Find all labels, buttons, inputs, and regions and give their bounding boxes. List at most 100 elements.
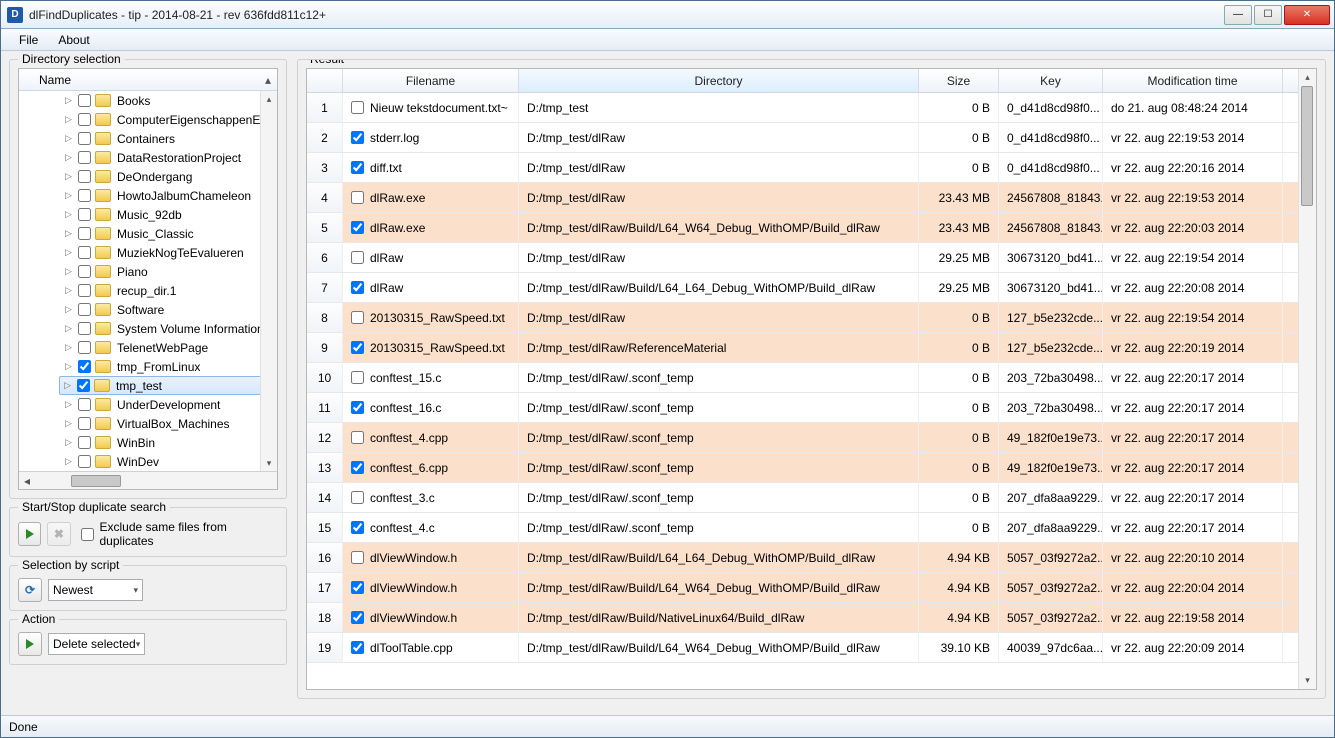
table-row[interactable]: 13conftest_6.cppD:/tmp_test/dlRaw/.sconf… xyxy=(307,453,1298,483)
tree-item-piano[interactable]: ▷Piano xyxy=(19,262,277,281)
grid-body[interactable]: 1Nieuw tekstdocument.txt~D:/tmp_test0 B0… xyxy=(307,93,1298,689)
row-checkbox[interactable] xyxy=(351,311,364,324)
tree-item-checkbox[interactable] xyxy=(78,151,91,164)
row-checkbox[interactable] xyxy=(351,371,364,384)
tree-item-recup-dir-1[interactable]: ▷recup_dir.1 xyxy=(19,281,277,300)
stop-search-button[interactable]: ✖ xyxy=(47,522,70,546)
tree-item-checkbox[interactable] xyxy=(78,227,91,240)
row-checkbox[interactable] xyxy=(351,611,364,624)
close-button[interactable]: ✕ xyxy=(1284,5,1330,25)
row-checkbox[interactable] xyxy=(351,131,364,144)
expander-icon[interactable]: ▷ xyxy=(63,190,74,201)
tree-item-winbin[interactable]: ▷WinBin xyxy=(19,433,277,452)
hscroll-thumb[interactable] xyxy=(71,475,121,487)
menu-about[interactable]: About xyxy=(48,33,99,47)
table-row[interactable]: 17dlViewWindow.hD:/tmp_test/dlRaw/Build/… xyxy=(307,573,1298,603)
row-checkbox[interactable] xyxy=(351,461,364,474)
column-filename[interactable]: Filename xyxy=(343,69,519,92)
expander-icon[interactable]: ▷ xyxy=(63,152,74,163)
scroll-thumb[interactable] xyxy=(1301,86,1313,206)
column-size[interactable]: Size xyxy=(919,69,999,92)
table-row[interactable]: 2stderr.logD:/tmp_test/dlRaw0 B0_d41d8cd… xyxy=(307,123,1298,153)
tree-item-checkbox[interactable] xyxy=(78,113,91,126)
tree-vertical-scrollbar[interactable]: ▴ ▾ xyxy=(260,91,277,471)
expander-icon[interactable]: ▷ xyxy=(63,209,74,220)
tree-item-checkbox[interactable] xyxy=(78,436,91,449)
table-row[interactable]: 7dlRawD:/tmp_test/dlRaw/Build/L64_L64_De… xyxy=(307,273,1298,303)
tree-item-software[interactable]: ▷Software xyxy=(19,300,277,319)
expander-icon[interactable]: ▷ xyxy=(63,342,74,353)
row-checkbox[interactable] xyxy=(351,401,364,414)
tree-item-checkbox[interactable] xyxy=(78,341,91,354)
row-checkbox[interactable] xyxy=(351,191,364,204)
tree-item-checkbox[interactable] xyxy=(78,265,91,278)
tree-item-checkbox[interactable] xyxy=(78,208,91,221)
tree-item-telenetwebpage[interactable]: ▷TelenetWebPage xyxy=(19,338,277,357)
row-checkbox[interactable] xyxy=(351,101,364,114)
start-search-button[interactable] xyxy=(18,522,41,546)
expander-icon[interactable]: ▷ xyxy=(63,171,74,182)
expander-icon[interactable]: ▷ xyxy=(63,323,74,334)
grid-vertical-scrollbar[interactable]: ▴ ▾ xyxy=(1298,69,1316,689)
tree-horizontal-scrollbar[interactable]: ◂ xyxy=(19,471,277,489)
tree-item-deondergang[interactable]: ▷DeOndergang xyxy=(19,167,277,186)
column-modtime[interactable]: Modification time xyxy=(1103,69,1283,92)
directory-tree[interactable]: Name ▴ ▷Books▷ComputerEigenschappenEnIn▷… xyxy=(18,68,278,490)
tree-item-music-92db[interactable]: ▷Music_92db xyxy=(19,205,277,224)
table-row[interactable]: 14conftest_3.cD:/tmp_test/dlRaw/.sconf_t… xyxy=(307,483,1298,513)
grid-header[interactable]: Filename Directory Size Key Modification… xyxy=(307,69,1298,93)
tree-item-checkbox[interactable] xyxy=(77,379,90,392)
column-rownum[interactable] xyxy=(307,69,343,92)
run-action-button[interactable] xyxy=(18,632,42,656)
table-row[interactable]: 16dlViewWindow.hD:/tmp_test/dlRaw/Build/… xyxy=(307,543,1298,573)
scroll-down-icon[interactable]: ▾ xyxy=(1299,672,1316,689)
tree-item-checkbox[interactable] xyxy=(78,303,91,316)
table-row[interactable]: 10conftest_15.cD:/tmp_test/dlRaw/.sconf_… xyxy=(307,363,1298,393)
table-row[interactable]: 18dlViewWindow.hD:/tmp_test/dlRaw/Build/… xyxy=(307,603,1298,633)
tree-item-checkbox[interactable] xyxy=(78,94,91,107)
titlebar[interactable]: D dlFindDuplicates - tip - 2014-08-21 - … xyxy=(1,1,1334,29)
table-row[interactable]: 4dlRaw.exeD:/tmp_test/dlRaw23.43 MB24567… xyxy=(307,183,1298,213)
tree-item-virtualbox-machines[interactable]: ▷VirtualBox_Machines xyxy=(19,414,277,433)
exclude-same-checkbox[interactable] xyxy=(81,528,94,541)
row-checkbox[interactable] xyxy=(351,431,364,444)
tree-item-books[interactable]: ▷Books xyxy=(19,91,277,110)
tree-item-checkbox[interactable] xyxy=(78,455,91,468)
row-checkbox[interactable] xyxy=(351,581,364,594)
tree-item-containers[interactable]: ▷Containers xyxy=(19,129,277,148)
expander-icon[interactable]: ▷ xyxy=(63,114,74,125)
tree-item-checkbox[interactable] xyxy=(78,132,91,145)
expander-icon[interactable]: ▷ xyxy=(63,95,74,106)
row-checkbox[interactable] xyxy=(351,641,364,654)
scroll-down-icon[interactable]: ▾ xyxy=(261,455,277,471)
expander-icon[interactable]: ▷ xyxy=(63,266,74,277)
column-key[interactable]: Key xyxy=(999,69,1103,92)
scroll-up-icon[interactable]: ▴ xyxy=(1299,69,1316,86)
row-checkbox[interactable] xyxy=(351,521,364,534)
tree-item-windev[interactable]: ▷WinDev xyxy=(19,452,277,471)
minimize-button[interactable]: — xyxy=(1224,5,1252,25)
row-checkbox[interactable] xyxy=(351,221,364,234)
expander-icon[interactable]: ▷ xyxy=(63,285,74,296)
run-script-button[interactable]: ⟳ xyxy=(18,578,42,602)
scroll-up-icon[interactable]: ▴ xyxy=(261,91,277,107)
table-row[interactable]: 3diff.txtD:/tmp_test/dlRaw0 B0_d41d8cd98… xyxy=(307,153,1298,183)
tree-header[interactable]: Name ▴ xyxy=(19,69,277,91)
row-checkbox[interactable] xyxy=(351,281,364,294)
table-row[interactable]: 1Nieuw tekstdocument.txt~D:/tmp_test0 B0… xyxy=(307,93,1298,123)
expander-icon[interactable]: ▷ xyxy=(63,399,74,410)
scroll-thumb[interactable] xyxy=(263,107,275,455)
row-checkbox[interactable] xyxy=(351,491,364,504)
expander-icon[interactable]: ▷ xyxy=(63,247,74,258)
table-row[interactable]: 5dlRaw.exeD:/tmp_test/dlRaw/Build/L64_W6… xyxy=(307,213,1298,243)
table-row[interactable]: 820130315_RawSpeed.txtD:/tmp_test/dlRaw0… xyxy=(307,303,1298,333)
expander-icon[interactable]: ▷ xyxy=(63,456,74,467)
tree-item-muzieknogteevalueren[interactable]: ▷MuziekNogTeEvalueren xyxy=(19,243,277,262)
tree-item-tmp-fromlinux[interactable]: ▷tmp_FromLinux xyxy=(19,357,277,376)
table-row[interactable]: 12conftest_4.cppD:/tmp_test/dlRaw/.sconf… xyxy=(307,423,1298,453)
tree-item-checkbox[interactable] xyxy=(78,189,91,202)
tree-item-checkbox[interactable] xyxy=(78,170,91,183)
row-checkbox[interactable] xyxy=(351,251,364,264)
tree-item-computereigenschappenenin[interactable]: ▷ComputerEigenschappenEnIn xyxy=(19,110,277,129)
script-combo[interactable]: Newest ▾ xyxy=(48,579,143,601)
